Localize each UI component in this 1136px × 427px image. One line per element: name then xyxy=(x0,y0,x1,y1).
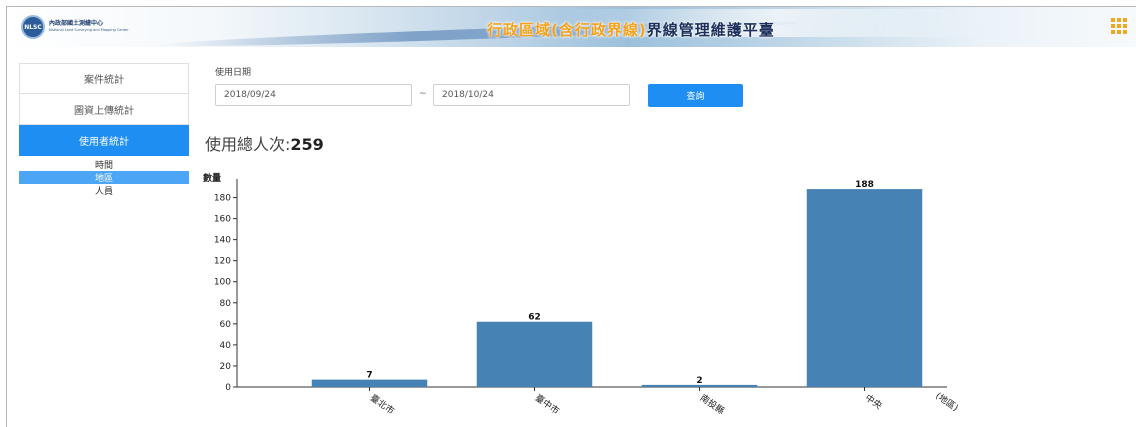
sidebar-submenu: 時間 地區 人員 xyxy=(19,158,189,197)
y-tick-label: 100 xyxy=(214,278,231,288)
grid-menu-dot xyxy=(1117,18,1121,22)
bar-value-label: 2 xyxy=(696,376,702,386)
grid-menu-dot xyxy=(1117,30,1121,34)
x-tick-label: 臺北市 xyxy=(368,392,397,417)
nlsc-logo-badge: NLSC xyxy=(21,15,45,39)
y-tick-label: 140 xyxy=(214,236,231,246)
nlsc-logo[interactable]: NLSC 內政部國土測繪中心 National Land Surveying a… xyxy=(21,15,129,39)
start-date-field[interactable]: 2018/09/24 xyxy=(215,84,412,106)
x-tick-label: 南投縣 xyxy=(698,392,727,417)
submenu-item-time[interactable]: 時間 xyxy=(19,158,189,171)
x-axis-label: (地區) xyxy=(933,390,960,414)
logo-name-zh: 內政部國土測繪中心 xyxy=(49,20,104,28)
y-tick-label: 160 xyxy=(214,215,231,225)
grid-menu-icon[interactable] xyxy=(1111,18,1127,34)
y-tick-label: 60 xyxy=(220,320,232,330)
grid-menu-dot xyxy=(1123,18,1127,22)
grid-menu-dot xyxy=(1111,30,1115,34)
logo-name-en: National Land Surveying and Mapping Cent… xyxy=(49,28,129,33)
app-window: NLSC 內政部國土測繪中心 National Land Surveying a… xyxy=(6,6,1136,427)
chart-bar xyxy=(476,321,593,387)
logo-text: 內政部國土測繪中心 National Land Surveying and Ma… xyxy=(49,21,129,33)
query-button[interactable]: 查詢 xyxy=(648,84,743,107)
y-tick-label: 20 xyxy=(220,362,232,372)
date-range-label: 使用日期 xyxy=(215,68,252,78)
submenu-item-region[interactable]: 地區 xyxy=(19,171,189,184)
y-tick-label: 180 xyxy=(214,194,231,204)
header-banner: NLSC 內政部國土測繪中心 National Land Surveying a… xyxy=(7,7,1136,47)
platform-title-part1: 行政區域(含行政界線) xyxy=(487,21,647,39)
chart-bar xyxy=(311,379,428,387)
bar-value-label: 188 xyxy=(855,180,874,190)
grid-menu-dot xyxy=(1111,18,1115,22)
end-date-field[interactable]: 2018/10/24 xyxy=(433,84,630,106)
x-tick-label: 中央 xyxy=(863,392,885,412)
grid-menu-dot xyxy=(1123,30,1127,34)
sidebar: 案件統計 圖資上傳統計 使用者統計 時間 地區 人員 xyxy=(19,63,189,197)
y-tick-label: 80 xyxy=(220,299,232,309)
bar-value-label: 62 xyxy=(528,313,541,323)
sidebar-item-user-stats[interactable]: 使用者統計 xyxy=(19,125,189,156)
y-tick-label: 120 xyxy=(214,257,231,267)
bar-value-label: 7 xyxy=(366,371,372,381)
grid-menu-dot xyxy=(1111,24,1115,28)
platform-title-part2: 界線管理維護平臺 xyxy=(646,21,775,39)
total-usage: 使用總人次:259 xyxy=(205,131,324,155)
sidebar-item-case-stats[interactable]: 案件統計 xyxy=(19,63,189,94)
y-tick-label: 0 xyxy=(225,383,231,393)
total-usage-value: 259 xyxy=(290,135,324,154)
grid-menu-dot xyxy=(1117,24,1121,28)
submenu-item-person[interactable]: 人員 xyxy=(19,184,189,197)
y-tick-label: 40 xyxy=(220,341,232,351)
total-usage-label: 使用總人次: xyxy=(205,135,291,154)
grid-menu-dot xyxy=(1123,24,1127,28)
chart-bar xyxy=(806,189,923,387)
region-bar-chart: 0 20 40 60 80 100 120 140 160 180 數量 7 臺北市 62 臺中市 2 南投縣 1… xyxy=(203,172,961,417)
x-tick-label: 臺中市 xyxy=(533,392,562,417)
y-axis-label: 數量 xyxy=(203,172,221,184)
platform-title: 行政區域(含行政界線)界線管理維護平臺 xyxy=(487,19,775,40)
sidebar-item-upload-stats[interactable]: 圖資上傳統計 xyxy=(19,94,189,125)
date-separator: ~ xyxy=(419,89,427,99)
